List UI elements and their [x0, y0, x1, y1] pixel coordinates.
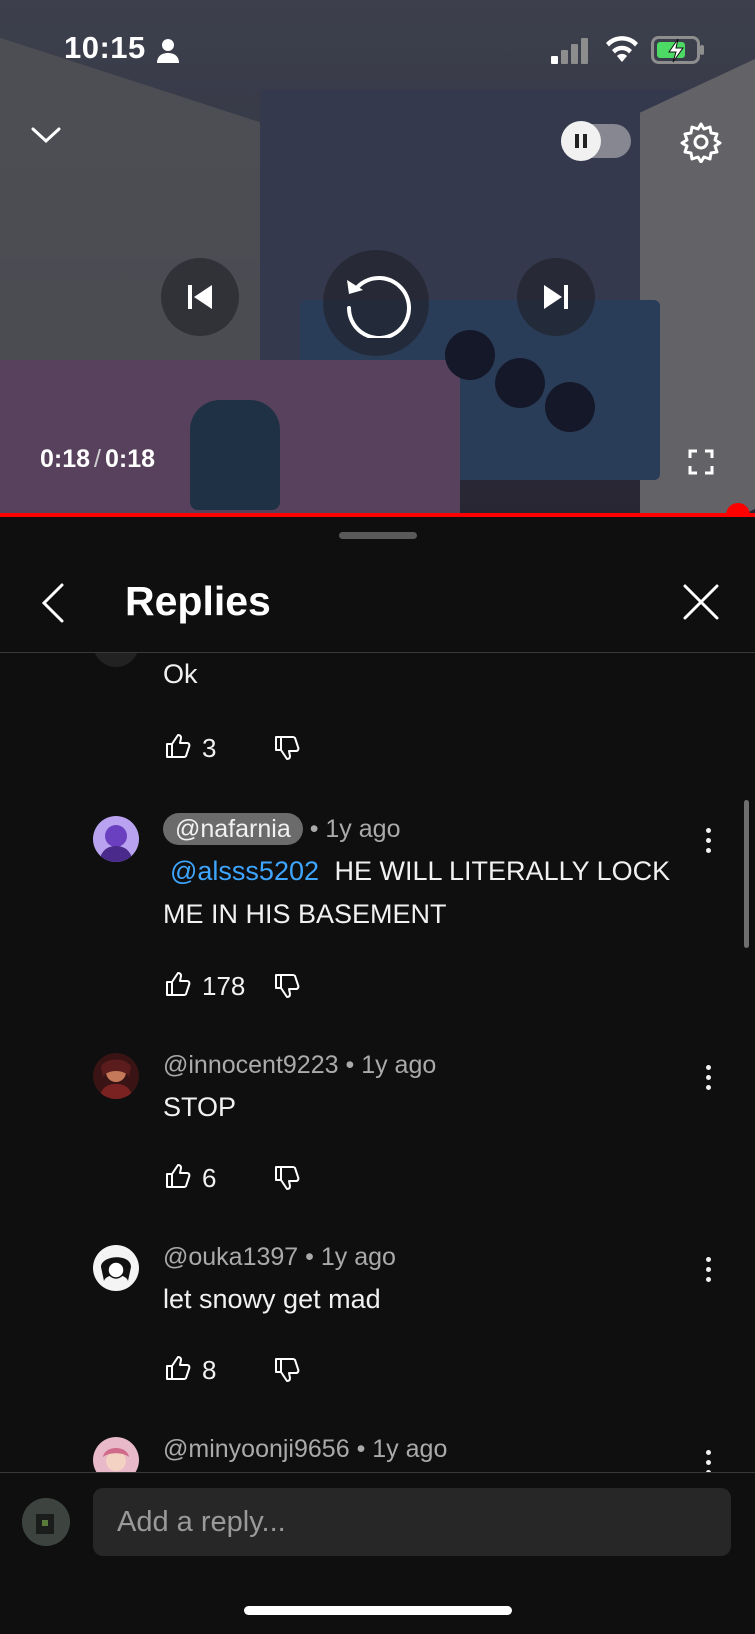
duration: 0:18: [105, 445, 156, 473]
add-reply-input[interactable]: [93, 1488, 731, 1556]
pause-icon: [561, 121, 601, 161]
channel-handle[interactable]: @nafarnia: [163, 813, 303, 845]
separator: •: [356, 1435, 366, 1463]
next-button[interactable]: [517, 258, 595, 336]
like-count: 8: [202, 1355, 217, 1385]
chevron-down-icon[interactable]: [30, 124, 62, 146]
like-icon[interactable]: [165, 1163, 191, 1189]
person-icon: [157, 39, 179, 63]
fullscreen-icon[interactable]: [688, 449, 714, 475]
reply-meta: @nafarnia • 1y ago: [163, 813, 401, 845]
drag-handle[interactable]: [339, 532, 417, 539]
reply-meta: @innocent9223 • 1y ago: [163, 1051, 436, 1080]
skip-previous-icon: [188, 285, 212, 309]
replies-list[interactable]: Ok 3 @nafarnia • 1y ago @alsss5202 HE WI…: [0, 653, 755, 1472]
reply-age: 1y ago: [372, 1435, 448, 1463]
avatar-image: [99, 1059, 133, 1099]
replies-title: Replies: [125, 578, 271, 624]
like-icon[interactable]: [165, 1355, 191, 1381]
reply-age: 1y ago: [361, 1051, 437, 1079]
skip-next-icon: [544, 285, 568, 309]
like-count: 3: [202, 733, 217, 763]
separator: •: [345, 1051, 355, 1079]
more-options-icon[interactable]: [706, 1450, 712, 1472]
mention-link[interactable]: @alsss5202: [170, 856, 319, 886]
reply-age: 1y ago: [325, 815, 401, 843]
more-options-icon[interactable]: [706, 1257, 712, 1287]
dislike-icon[interactable]: [274, 973, 300, 999]
home-indicator[interactable]: [244, 1606, 512, 1615]
reply-text: STOP: [163, 1092, 237, 1122]
channel-handle[interactable]: @innocent9223: [163, 1051, 339, 1079]
back-arrow-icon[interactable]: [38, 582, 68, 624]
dislike-icon[interactable]: [274, 1165, 300, 1191]
avatar[interactable]: [93, 1437, 139, 1472]
reply-meta: @minyoonji9656 • 1y ago: [163, 1435, 447, 1464]
channel-handle[interactable]: @minyoonji9656: [163, 1435, 350, 1463]
reply-text: @alsss5202 HE WILL LITERALLY LOCK ME IN …: [163, 850, 713, 936]
battery-charging-icon: [651, 36, 704, 64]
replay-icon: [347, 276, 411, 338]
autoplay-toggle[interactable]: [561, 121, 631, 161]
like-count: 6: [202, 1163, 217, 1193]
settings-gear-icon[interactable]: [680, 121, 722, 163]
wifi-icon: [606, 36, 638, 62]
separator: •: [305, 1243, 314, 1271]
avatar-image: [101, 1257, 131, 1281]
avatar-image: [99, 825, 133, 862]
like-count: 178: [202, 971, 246, 1001]
dislike-icon[interactable]: [274, 735, 300, 761]
avatar-image: [103, 1448, 129, 1471]
more-options-icon[interactable]: [706, 1065, 712, 1095]
avatar[interactable]: [93, 1245, 139, 1291]
more-options-icon[interactable]: [706, 653, 712, 658]
reply-age: 1y ago: [320, 1243, 396, 1271]
status-time: 10:15: [64, 30, 146, 65]
separator: •: [309, 815, 319, 843]
reply-text: Ok: [163, 659, 198, 689]
like-icon[interactable]: [165, 733, 191, 759]
reply-text: let snowy get mad: [163, 1284, 381, 1314]
scrollbar[interactable]: [744, 800, 749, 948]
current-time: 0:18: [40, 445, 91, 473]
like-icon[interactable]: [165, 971, 191, 997]
avatar[interactable]: [93, 1053, 139, 1099]
avatar-image: [22, 1498, 70, 1546]
user-avatar[interactable]: [22, 1498, 70, 1546]
close-icon[interactable]: [682, 583, 720, 621]
previous-button[interactable]: [161, 258, 239, 336]
reply-meta: @ouka1397 • 1y ago: [163, 1243, 396, 1272]
cellular-signal-icon: [551, 38, 588, 64]
dislike-icon[interactable]: [274, 1357, 300, 1383]
time-display: 0:18/0:18: [40, 445, 156, 473]
avatar[interactable]: [93, 816, 139, 862]
channel-handle[interactable]: @ouka1397: [163, 1243, 298, 1271]
avatar[interactable]: [93, 653, 139, 667]
replay-button[interactable]: [323, 250, 429, 356]
